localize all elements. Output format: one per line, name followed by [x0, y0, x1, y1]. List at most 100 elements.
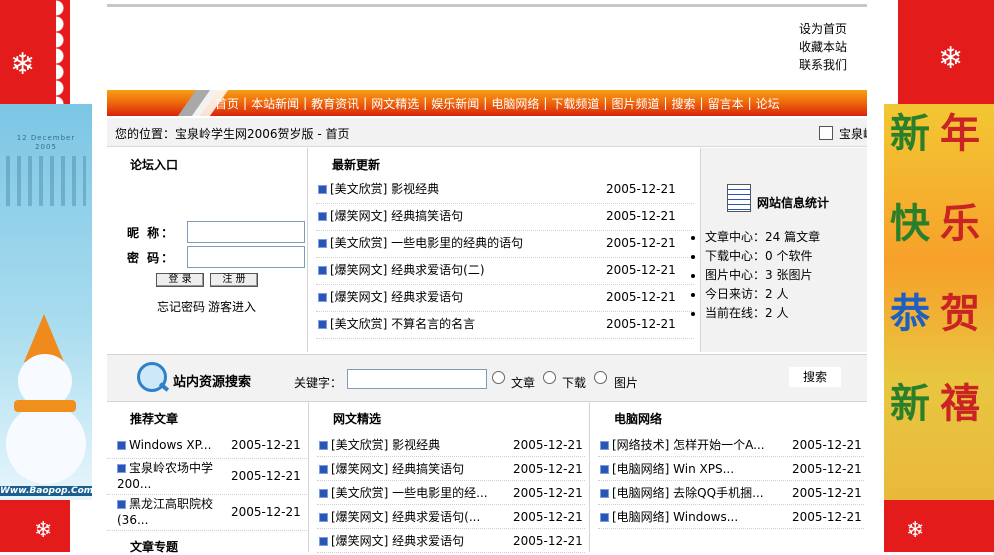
radio-article-label: 文章 — [511, 376, 536, 390]
list-item[interactable]: [美文欣赏] 一些电影里的经... 2005-12-21 — [317, 480, 585, 505]
forum-title: 论坛入口 — [130, 158, 179, 172]
list-item[interactable]: [美文欣赏] 影视经典 2005-12-21 — [316, 176, 694, 204]
password-label: 密 码： — [127, 251, 176, 265]
list-item[interactable]: 宝泉岭农场中学200... 2005-12-21 — [107, 458, 307, 495]
item-title[interactable]: 宝泉岭农场中学200... — [117, 461, 213, 491]
nav-item[interactable]: 首页 — [215, 95, 239, 112]
item-title[interactable]: 黑龙江高职院校(36... — [117, 497, 213, 527]
login-button[interactable]: 登 录 — [156, 273, 204, 287]
bullet-icon — [318, 185, 327, 194]
list-item[interactable]: [电脑网络] Windows... 2005-12-21 — [598, 504, 864, 529]
nav-item[interactable]: 留言本 — [708, 95, 744, 112]
list-item[interactable]: [电脑网络] 去除QQ手机捆... 2005-12-21 — [598, 480, 864, 505]
left-bottom-decoration: ❄ — [0, 500, 70, 552]
bullet-icon — [319, 465, 328, 474]
list-item[interactable]: [爆笑网文] 经典求爱语句 2005-12-21 — [316, 284, 694, 312]
list-item[interactable]: [爆笑网文] 经典搞笑语句 2005-12-21 — [316, 203, 694, 231]
item-title[interactable]: [网络技术] 怎样开始一个A... — [612, 438, 765, 452]
list-item[interactable]: [网络技术] 怎样开始一个A... 2005-12-21 — [598, 432, 864, 457]
item-title[interactable]: [美文欣赏] 一些电影里的经典的语句 — [330, 236, 523, 250]
radio-article[interactable] — [492, 371, 505, 384]
nav-separator: | — [303, 96, 308, 110]
nav-separator: | — [363, 96, 368, 110]
list-item[interactable]: [美文欣赏] 不算名言的名言 2005-12-21 — [316, 311, 694, 339]
item-date: 2005-12-21 — [231, 438, 301, 452]
stats-item: 当前在线：2 人 — [705, 304, 820, 323]
bullet-icon — [117, 441, 126, 450]
latest-updates-panel: 最新更新 [美文欣赏] 影视经典 2005-12-21 [爆笑网文] 经典搞笑语句 2… — [308, 148, 701, 352]
item-date: 2005-12-21 — [606, 209, 676, 223]
item-date: 2005-12-21 — [513, 510, 583, 524]
main-nav: 首页 | 本站新闻 | 教育资讯 | 网文精选 | 娱乐新闻 | 电脑网络 | 下载频道 | 图片频道 | 搜索… — [107, 90, 867, 116]
nav-separator: | — [603, 96, 608, 110]
banner-url: Www.Baopop.Com — [0, 486, 92, 496]
guest-enter-link[interactable]: 游客进入 — [208, 298, 256, 315]
item-title[interactable]: [电脑网络] 去除QQ手机捆... — [612, 486, 764, 500]
item-date: 2005-12-21 — [513, 462, 583, 476]
register-button[interactable]: 注 册 — [210, 273, 258, 287]
item-title[interactable]: [爆笑网文] 经典搞笑语句 — [331, 462, 464, 476]
nav-item[interactable]: 搜索 — [672, 95, 696, 112]
item-date: 2005-12-21 — [792, 510, 862, 524]
item-date: 2005-12-21 — [606, 317, 676, 331]
banner-character: 新 — [890, 111, 930, 157]
item-title[interactable]: [爆笑网文] 经典搞笑语句 — [330, 209, 463, 223]
item-title[interactable]: [美文欣赏] 影视经典 — [330, 182, 439, 196]
list-item[interactable]: [爆笑网文] 经典求爱语句 2005-12-21 — [317, 528, 585, 553]
item-title[interactable]: [爆笑网文] 经典求爱语句(... — [331, 510, 480, 524]
item-title[interactable]: [爆笑网文] 经典求爱语句 — [330, 290, 463, 304]
forgot-password-link[interactable]: 忘记密码 — [157, 298, 205, 315]
left-holiday-banner[interactable]: 12 December 2005 Www.Baopop.Com — [0, 104, 92, 500]
banner-character: 年 — [940, 111, 980, 157]
nav-item[interactable]: 网文精选 — [371, 95, 419, 112]
set-homepage-link[interactable]: 设为首页 — [799, 20, 879, 38]
bullet-icon — [318, 266, 327, 275]
nav-separator: | — [663, 96, 668, 110]
list-item[interactable]: [美文欣赏] 一些电影里的经典的语句 2005-12-21 — [316, 230, 694, 258]
banner-character: 乐 — [940, 201, 980, 247]
item-title[interactable]: Windows XP... — [129, 438, 211, 452]
keyword-input[interactable] — [347, 369, 487, 389]
bullet-icon — [318, 239, 327, 248]
site-stats-panel: 网站信息统计 文章中心：24 篇文章 下载中心：0 个软件 图片中心：3 张图片… — [701, 148, 867, 352]
list-item[interactable]: [爆笑网文] 经典求爱语句(二) 2005-12-21 — [316, 257, 694, 285]
list-item[interactable]: [爆笑网文] 经典求爱语句(... 2005-12-21 — [317, 504, 585, 529]
nav-item[interactable]: 教育资讯 — [311, 95, 359, 112]
list-item[interactable]: [美文欣赏] 影视经典 2005-12-21 — [317, 432, 585, 457]
list-item[interactable]: Windows XP... 2005-12-21 — [107, 432, 307, 459]
item-title[interactable]: [美文欣赏] 一些电影里的经... — [331, 486, 488, 500]
item-title[interactable]: [美文欣赏] 不算名言的名言 — [330, 317, 475, 331]
nav-item[interactable]: 下载频道 — [551, 95, 599, 112]
bullet-icon — [600, 441, 609, 450]
stats-title: 网站信息统计 — [757, 196, 830, 210]
radio-image-label: 图片 — [614, 376, 639, 390]
nav-item[interactable]: 论坛 — [756, 95, 780, 112]
right-holiday-banner[interactable]: 新年快乐恭贺新禧 — [884, 104, 994, 500]
item-title[interactable]: [爆笑网文] 经典求爱语句 — [331, 534, 464, 548]
radio-image[interactable] — [594, 371, 607, 384]
nickname-input[interactable] — [187, 221, 305, 243]
item-date: 2005-12-21 — [606, 290, 676, 304]
password-input[interactable] — [187, 246, 305, 268]
nav-separator: | — [483, 96, 488, 110]
nav-item[interactable]: 图片频道 — [611, 95, 659, 112]
search-button[interactable]: 搜索 — [789, 367, 841, 387]
document-icon — [819, 126, 833, 140]
bookmark-link[interactable]: 收藏本站 — [799, 38, 879, 56]
item-title[interactable]: [爆笑网文] 经典求爱语句(二) — [330, 263, 485, 277]
contact-link[interactable]: 联系我们 — [799, 56, 879, 74]
nav-item[interactable]: 电脑网络 — [491, 95, 539, 112]
radio-download[interactable] — [543, 371, 556, 384]
latest-title: 最新更新 — [332, 158, 381, 172]
list-item[interactable]: [爆笑网文] 经典搞笑语句 2005-12-21 — [317, 456, 585, 481]
bullet-icon — [319, 537, 328, 546]
item-title[interactable]: [电脑网络] Windows... — [612, 510, 738, 524]
item-title[interactable]: [电脑网络] Win XPS... — [612, 462, 734, 476]
list-item[interactable]: 黑龙江高职院校(36... 2005-12-21 — [107, 494, 307, 531]
nav-item[interactable]: 娱乐新闻 — [431, 95, 479, 112]
list-item[interactable]: [电脑网络] Win XPS... 2005-12-21 — [598, 456, 864, 481]
item-title[interactable]: [美文欣赏] 影视经典 — [331, 438, 440, 452]
banner-character: 贺 — [940, 291, 980, 337]
nav-item[interactable]: 本站新闻 — [251, 95, 299, 112]
stats-doc-icon — [727, 184, 751, 212]
